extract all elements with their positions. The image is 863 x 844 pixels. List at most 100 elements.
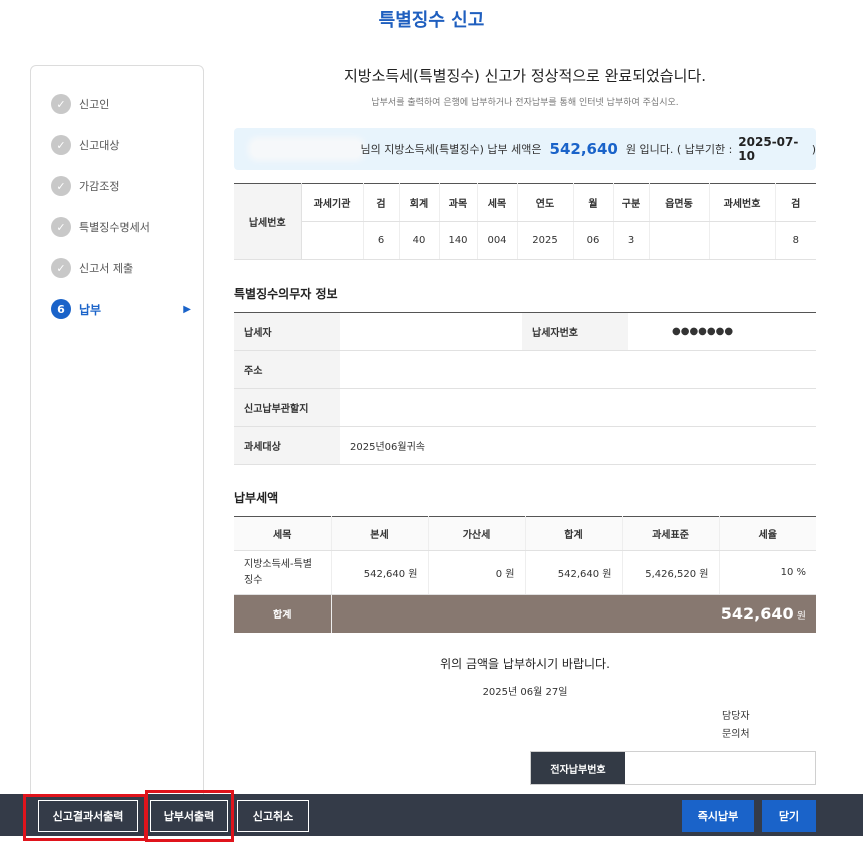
step-item-4: ✓ 특별징수명세서 bbox=[51, 215, 191, 239]
step-label: 납부 bbox=[79, 302, 102, 317]
col-header: 검 bbox=[774, 183, 816, 222]
step-item-1: ✓ 신고인 bbox=[51, 92, 191, 116]
table-row: 지방소득세-특별징수 542,640 원 0 원 542,640 원 5,426… bbox=[234, 550, 816, 595]
please-pay-text: 위의 금액을 납부하시기 바랍니다. bbox=[440, 657, 610, 671]
taxpayer-value bbox=[340, 312, 522, 351]
triangle-right-icon: ▶ bbox=[183, 303, 191, 315]
taxpayer-label: 납세자 bbox=[234, 312, 340, 351]
table-cell: 40 bbox=[398, 221, 439, 260]
col-header: 세율 bbox=[718, 516, 816, 551]
obligor-section-title: 특별징수의무자 정보 bbox=[234, 287, 338, 301]
table-cell: 06 bbox=[572, 221, 613, 260]
issue-date: 2025년 06월 27일 bbox=[482, 687, 568, 698]
page: 특별징수 신고 ✓ 신고인 ✓ 신고대상 ✓ 가감조정 ✓ 특별징수명세서 ✓ … bbox=[0, 0, 863, 844]
banner-close-paren: ) bbox=[811, 142, 816, 156]
total-amount: 542,640 bbox=[720, 604, 794, 624]
step-item-2: ✓ 신고대상 bbox=[51, 133, 191, 157]
tax-amount-table: 세목 본세 가산세 합계 과세표준 세율 지방소득세-특별징수 542,640 … bbox=[234, 516, 816, 633]
close-button[interactable]: 닫기 bbox=[762, 800, 816, 832]
bottom-action-bar: 신고결과서출력 납부서출력 신고취소 즉시납부 닫기 bbox=[0, 794, 863, 836]
table-cell: 542,640 원 bbox=[524, 550, 622, 595]
step-item-5: ✓ 신고서 제출 bbox=[51, 256, 191, 280]
col-header: 과세표준 bbox=[621, 516, 719, 551]
table-cell: 5,426,520 원 bbox=[621, 550, 719, 595]
col-header: 과세번호 bbox=[708, 183, 775, 222]
table-cell: 지방소득세-특별징수 bbox=[234, 550, 331, 595]
step-item-3: ✓ 가감조정 bbox=[51, 174, 191, 198]
col-header: 연도 bbox=[516, 183, 573, 222]
step-item-6-active: 6 납부 ▶ bbox=[51, 297, 191, 321]
table-cell: 10 % bbox=[718, 550, 816, 595]
table-cell: 3 bbox=[612, 221, 649, 260]
col-header: 본세 bbox=[330, 516, 428, 551]
obligor-info-table: 납세자 납세자번호 ●●●●●●● 주소 신고납부관할지 과세대상 2025년0… bbox=[234, 312, 816, 465]
print-bill-button[interactable]: 납부서출력 bbox=[150, 800, 228, 832]
inquiry-label: 문의처 bbox=[722, 729, 750, 740]
table-cell: 542,640 원 bbox=[330, 550, 428, 595]
table-cell: 2025 bbox=[516, 221, 573, 260]
payment-number-table: 납세번호 과세기관 검 회계 과목 세목 연도 월 구분 읍면동 과세번호 검 … bbox=[234, 183, 816, 260]
table-cell: 6 bbox=[362, 221, 399, 260]
col-header: 합계 bbox=[524, 516, 622, 551]
col-header: 과세기관 bbox=[301, 183, 363, 222]
step-number: 6 bbox=[51, 299, 71, 319]
total-unit: 원 bbox=[796, 611, 806, 623]
taxpayer-no-label: 납세자번호 bbox=[522, 312, 628, 351]
manager-label: 담당자 bbox=[722, 711, 750, 722]
total-label: 합계 bbox=[234, 594, 331, 633]
table-cell: 140 bbox=[438, 221, 477, 260]
check-icon: ✓ bbox=[51, 94, 71, 114]
step-label: 특별징수명세서 bbox=[79, 221, 150, 234]
print-report-button[interactable]: 신고결과서출력 bbox=[38, 800, 138, 832]
step-label: 신고서 제출 bbox=[79, 262, 134, 275]
col-header: 과목 bbox=[438, 183, 477, 222]
col-header: 구분 bbox=[612, 183, 649, 222]
taxpayer-no-value: ●●●●●●● bbox=[628, 312, 816, 351]
check-icon: ✓ bbox=[51, 135, 71, 155]
tax-section-title: 납부세액 bbox=[234, 491, 279, 505]
total-cell: 542,640 원 bbox=[330, 594, 816, 633]
col-header: 회계 bbox=[398, 183, 439, 222]
table-cell: 0 원 bbox=[427, 550, 525, 595]
cancel-report-button[interactable]: 신고취소 bbox=[237, 800, 309, 832]
col-header: 월 bbox=[572, 183, 613, 222]
check-icon: ✓ bbox=[51, 176, 71, 196]
col-header: 검 bbox=[362, 183, 399, 222]
table-cell bbox=[648, 221, 709, 260]
banner-text-after: 원 입니다. ( 납부기한 : bbox=[625, 143, 733, 156]
address-label: 주소 bbox=[234, 350, 340, 389]
row-header: 납세번호 bbox=[234, 183, 302, 260]
office-value bbox=[340, 388, 816, 427]
check-icon: ✓ bbox=[51, 258, 71, 278]
total-row: 합계 542,640 원 bbox=[234, 594, 816, 633]
tax-target-value: 2025년06월귀속 bbox=[340, 426, 816, 465]
table-cell bbox=[301, 221, 363, 260]
step-label: 가감조정 bbox=[79, 180, 120, 193]
step-sidebar: ✓ 신고인 ✓ 신고대상 ✓ 가감조정 ✓ 특별징수명세서 ✓ 신고서 제출 6… bbox=[30, 65, 204, 805]
instruction-message: 납부서를 출력하여 은행에 납부하거나 전자납부를 통해 인터넷 납부하여 주십… bbox=[371, 98, 679, 108]
redacted-name bbox=[252, 141, 361, 157]
pay-now-button[interactable]: 즉시납부 bbox=[682, 800, 754, 832]
table-cell: 004 bbox=[476, 221, 517, 260]
col-header: 세목 bbox=[476, 183, 517, 222]
epay-label: 전자납부번호 bbox=[531, 752, 625, 784]
epay-number-field: 전자납부번호 bbox=[530, 751, 816, 785]
epay-value bbox=[625, 752, 815, 784]
check-icon: ✓ bbox=[51, 217, 71, 237]
completion-message: 지방소득세(특별징수) 신고가 정상적으로 완료되었습니다. bbox=[344, 67, 706, 85]
col-header: 가산세 bbox=[427, 516, 525, 551]
address-value bbox=[340, 350, 816, 389]
step-label: 신고대상 bbox=[79, 139, 120, 152]
banner-amount: 542,640 bbox=[549, 140, 618, 158]
tax-amount-banner: 님의 지방소득세(특별징수) 납부 세액은 542,640 원 입니다. ( 납… bbox=[234, 128, 816, 170]
tax-target-label: 과세대상 bbox=[234, 426, 340, 465]
due-date: 2025-07-10 bbox=[738, 135, 799, 163]
col-header: 세목 bbox=[234, 516, 331, 551]
step-label: 신고인 bbox=[79, 98, 110, 111]
col-header: 읍면동 bbox=[648, 183, 709, 222]
table-cell bbox=[708, 221, 775, 260]
banner-text: 님의 지방소득세(특별징수) 납부 세액은 bbox=[360, 143, 542, 156]
office-label: 신고납부관할지 bbox=[234, 388, 340, 427]
page-title: 특별징수 신고 bbox=[378, 10, 485, 31]
table-cell: 8 bbox=[774, 221, 816, 260]
